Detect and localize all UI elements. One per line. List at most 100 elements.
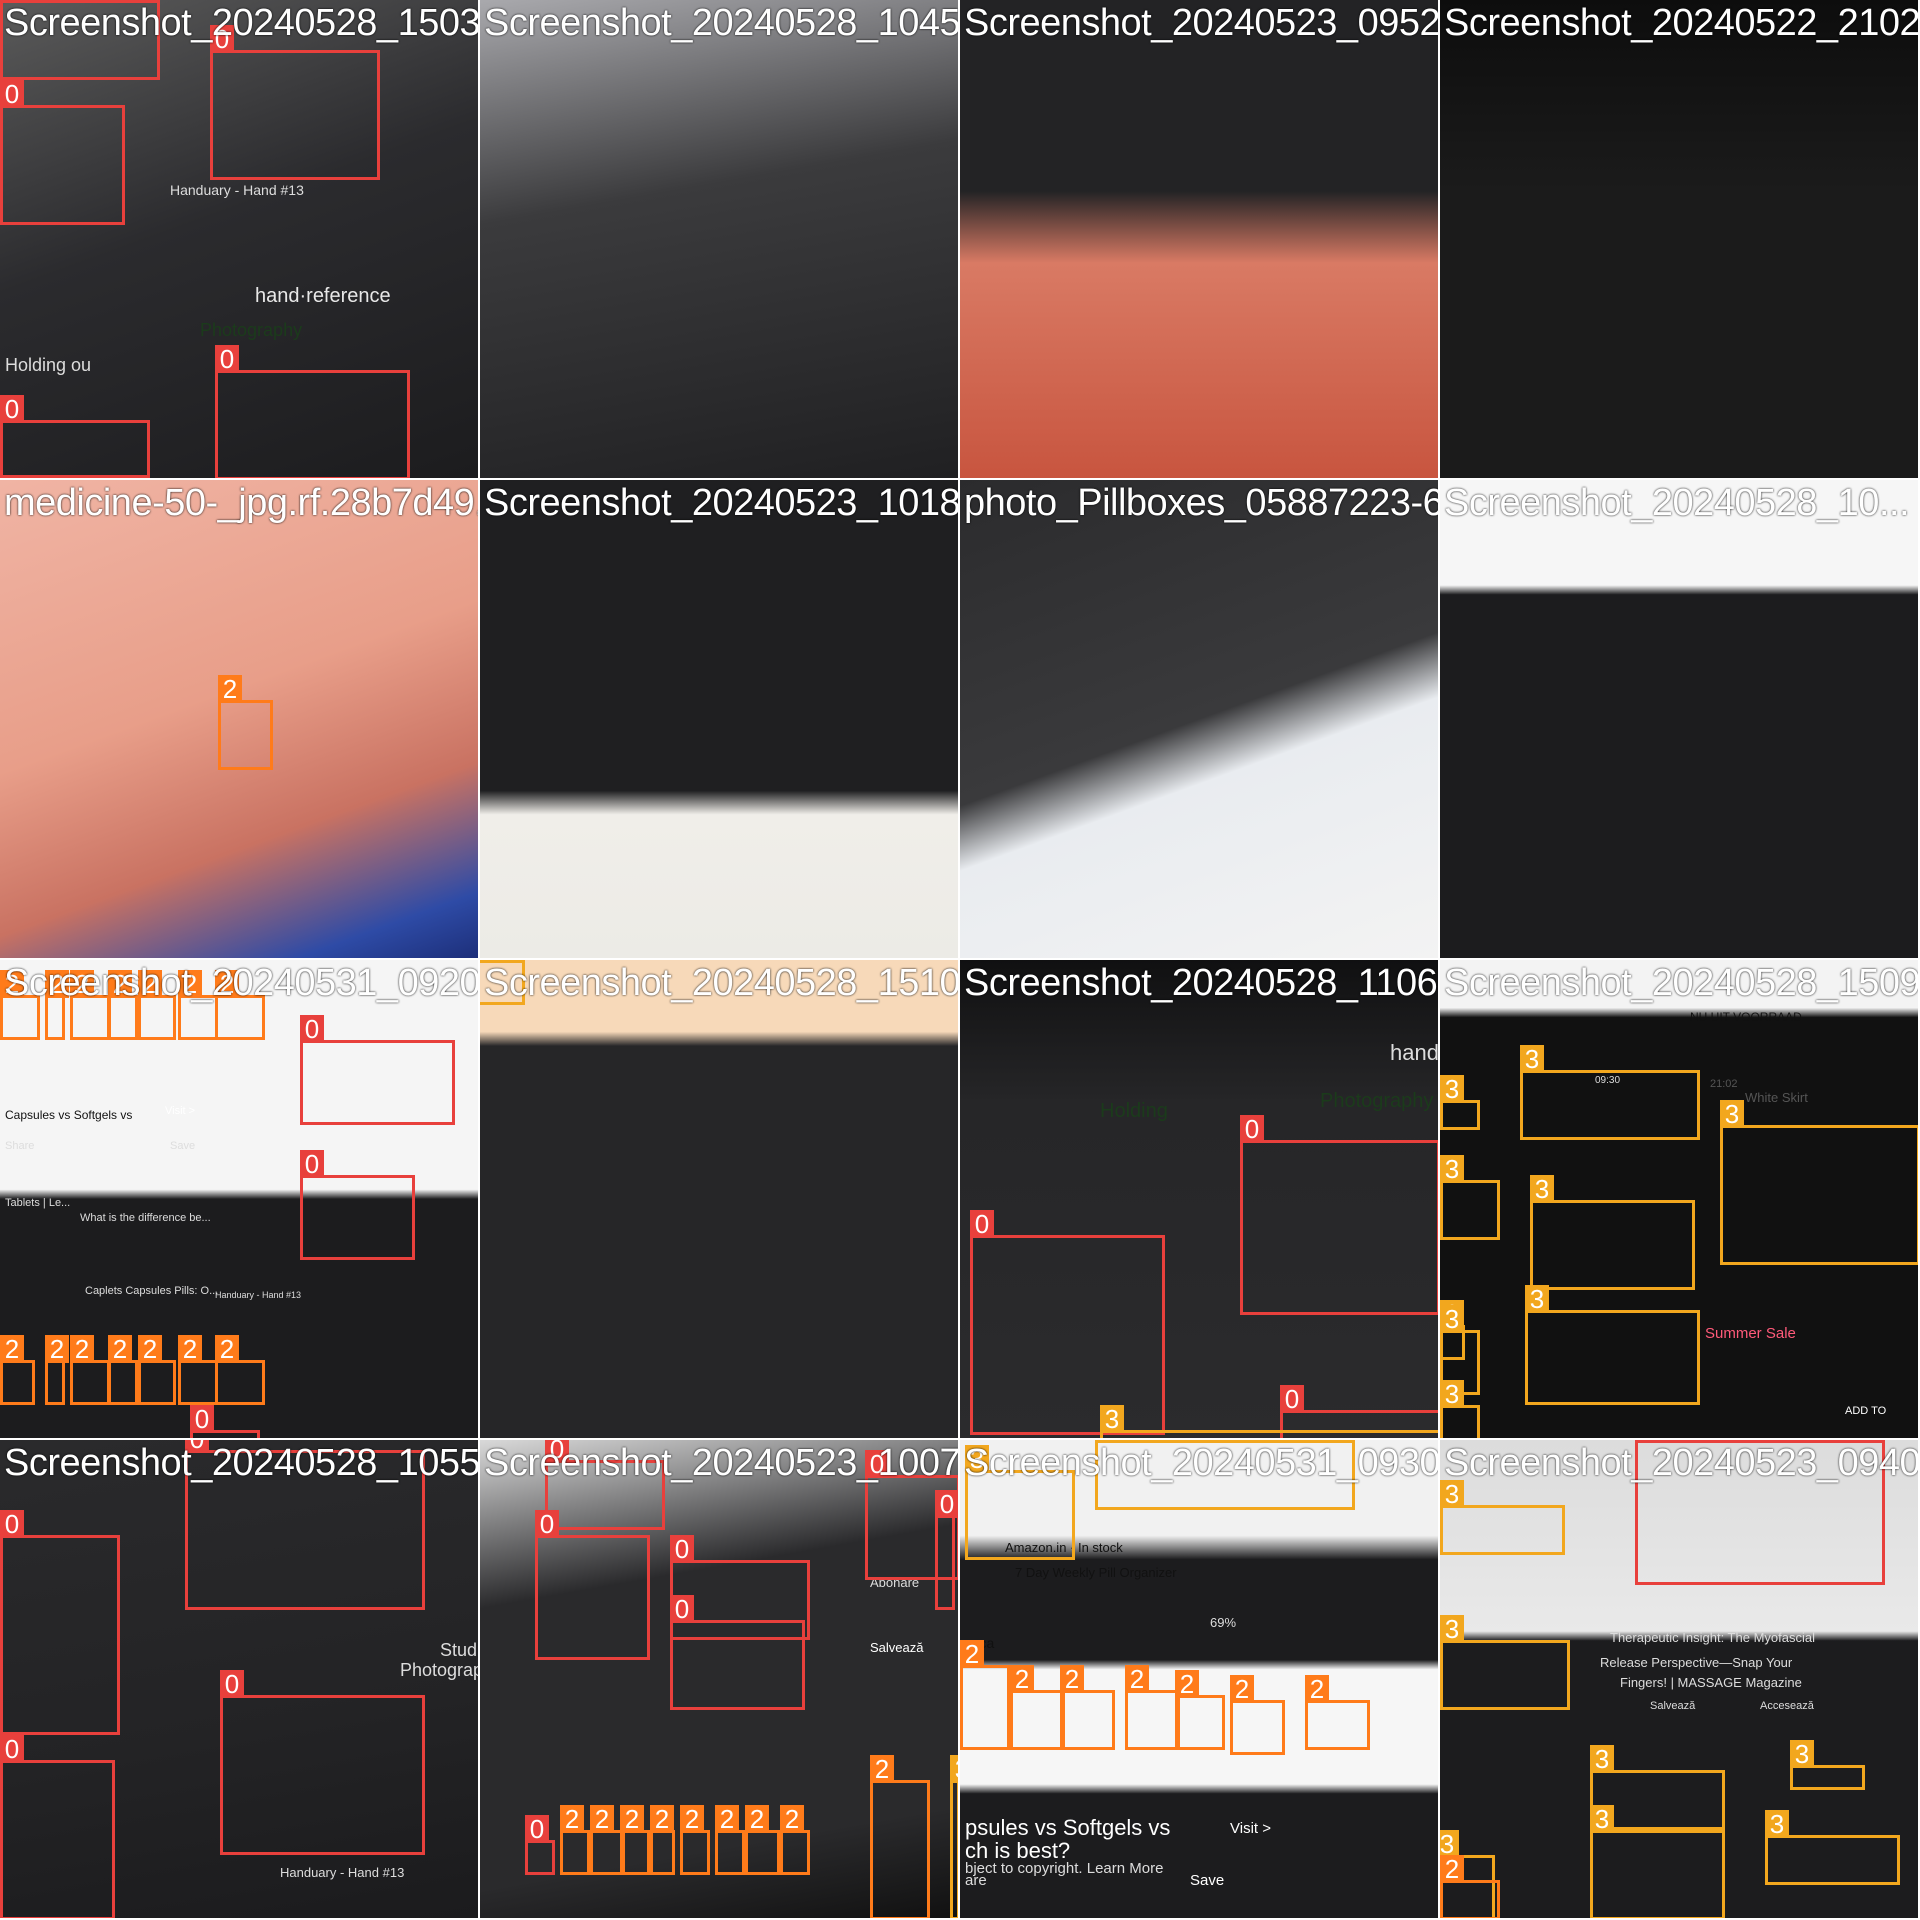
mosaic-tile: hand·reference Photography Holding ou Handu…: [0, 0, 478, 478]
class-label: 0: [0, 80, 24, 108]
bounding-box-class-0: 0: [0, 1510, 120, 1735]
tile-filename: Screenshot_20240531_0930...: [964, 1442, 1438, 1484]
bounding-box-class-3: 3: [1440, 1380, 1480, 1438]
class-label: 2: [590, 1805, 614, 1833]
class-label: 3: [1590, 1745, 1614, 1773]
screenshot-text: Photography: [200, 320, 303, 340]
tile-filename: Screenshot_20240522_2102...: [1444, 2, 1918, 44]
tile-filename: Screenshot_20240528_1055...: [4, 1442, 478, 1484]
tile-filename: Screenshot_20240528_1510...: [484, 962, 958, 1004]
screenshot-text: Tablets | Le...: [5, 1197, 71, 1209]
bounding-box-class-3: 3: [1440, 1615, 1570, 1710]
class-label: 2: [138, 1335, 162, 1363]
screenshot-text: Visit >: [165, 1105, 196, 1117]
screenshot-text: Caplets Capsules Pills: O...: [85, 1285, 219, 1297]
tile-image: [960, 480, 1438, 958]
screenshot-text: Photography: [1320, 1090, 1434, 1112]
bounding-box-class-2: 2: [1175, 1670, 1225, 1750]
bounding-box-class-3: 3: [1530, 1175, 1695, 1290]
bounding-box-class-2: 2: [1305, 1675, 1370, 1750]
class-label: 3: [1440, 1155, 1464, 1183]
bounding-box-class-2: 2: [1010, 1665, 1065, 1750]
screenshot-text: Holding: [1100, 1100, 1168, 1122]
class-label: 2: [1010, 1665, 1034, 1693]
class-label: 0: [1240, 1115, 1264, 1143]
class-label: 2: [780, 1805, 804, 1833]
bounding-box-class-0: 0: [300, 1015, 455, 1125]
bounding-box-class-0: 0: [970, 1210, 1165, 1435]
class-label: 2: [218, 675, 242, 703]
bounding-box-class-3: 3: [1765, 1810, 1900, 1885]
bounding-box-class-2: 2: [1125, 1665, 1180, 1750]
class-label: 3: [1790, 1740, 1814, 1768]
mosaic-tile: Capsules vs Softgels vs Visit > Share Save T…: [0, 960, 478, 1438]
screenshot-text: ADD TO: [1845, 1405, 1887, 1417]
class-label: 2: [1440, 1855, 1464, 1883]
bounding-box-class-0: 0: [0, 80, 125, 225]
mosaic-tile: 67%Amazon UKLahAd Pill Box Organiser Pil…: [1440, 0, 1918, 478]
screenshot-text: Studio Siebrecht: [440, 1640, 478, 1660]
screenshot-text: Salvează: [870, 1640, 924, 1655]
bounding-box-class-0: 0: [535, 1510, 650, 1660]
class-label: 2: [745, 1805, 769, 1833]
tile-filename: Screenshot_20240523_1018...: [484, 482, 958, 524]
mosaic-tile: Therapeutic Insight: The Myofascial Relea…: [1440, 1440, 1918, 1918]
class-label: 0: [190, 1405, 214, 1433]
class-label: 3: [1520, 1045, 1544, 1073]
tile-filename: Screenshot_20240528_10...: [1444, 482, 1910, 524]
class-label: 0: [670, 1535, 694, 1563]
bounding-box-class-3: 3: [1590, 1805, 1725, 1918]
class-label: 2: [70, 1335, 94, 1363]
tile-filename: Screenshot_20240528_1503...: [4, 2, 478, 44]
screenshot-text: NU UIT VOORRAAD: [1690, 1010, 1802, 1024]
class-label: 0: [300, 1015, 324, 1043]
mosaic-tile: VITAShop.ca09:20Abonare0322222photo_Pill…: [960, 480, 1438, 958]
screenshot-text: Handuary - Hand #13: [170, 182, 304, 198]
tile-filename: Screenshot_20240528_1509...: [1444, 962, 1918, 1004]
screenshot-text: Photography: [400, 1660, 478, 1680]
bounding-box-class-0: 0: [190, 1405, 260, 1438]
class-label: 2: [108, 1335, 132, 1363]
mosaic-tile: NU UIT VOORRAAD White Skirt Summer Sale ADD…: [1440, 960, 1918, 1438]
class-label: 2: [1305, 1675, 1329, 1703]
tile-image: [480, 0, 958, 478]
mosaic-tile: AcceseazăSalvează18:0333Screenshot_20240…: [480, 480, 958, 958]
class-label: 2: [560, 1805, 584, 1833]
mosaic-tile: hand·reference Holding Photography 0 0 0 3 Scre…: [960, 960, 1438, 1438]
bounding-box-class-0: 0: [0, 395, 150, 478]
screenshot-text: Share: [5, 1140, 35, 1152]
bounding-box-class-3: 3: [950, 1755, 958, 1918]
bounding-box-class-2: 2: [870, 1755, 930, 1918]
bounding-box-class-2: 2: [108, 1335, 138, 1405]
bounding-box-class-2: 2: [560, 1805, 590, 1875]
class-label: 0: [670, 1595, 694, 1623]
class-label: 2: [215, 1335, 239, 1363]
screenshot-text: Summer Sale: [1705, 1325, 1796, 1342]
class-label: 2: [870, 1755, 894, 1783]
screenshot-text: Handuary - Hand #13: [280, 1865, 405, 1880]
class-label: 3: [1720, 1100, 1744, 1128]
tile-filename: Screenshot_20240528_1045...: [484, 2, 958, 44]
bounding-box-class-2: 2: [0, 1335, 35, 1405]
class-label: 0: [220, 1670, 244, 1698]
bounding-box-class-2: 2: [215, 1335, 265, 1405]
bounding-box-class-2: 2: [745, 1805, 780, 1875]
class-label: 2: [1175, 1670, 1199, 1698]
training-mosaic: hand·reference Photography Holding ou Handu…: [0, 0, 1920, 1920]
bounding-box-class-3: 3: [1440, 1155, 1500, 1240]
class-label: 2: [715, 1805, 739, 1833]
class-label: 0: [0, 1735, 24, 1763]
class-label: 2: [1230, 1675, 1254, 1703]
bounding-box-class-0: 0: [300, 1150, 415, 1260]
screenshot-text: hand·reference: [1390, 1040, 1438, 1065]
bounding-box-class-3: 3: [1720, 1100, 1918, 1265]
bounding-box-class-2: 2: [70, 1335, 110, 1405]
bounding-box-class-2: 2: [218, 675, 273, 770]
class-label: 2: [960, 1640, 984, 1668]
bounding-box-class-2: 2: [780, 1805, 810, 1875]
screenshot-text: hand·reference: [255, 285, 391, 307]
screenshot-text: Therapeutic Insight: The Myofascial: [1610, 1630, 1815, 1645]
screenshot-text: Save: [170, 1140, 196, 1152]
bounding-box-class-2: 2: [1060, 1665, 1115, 1750]
bounding-box-class-2: 2: [1230, 1675, 1285, 1755]
